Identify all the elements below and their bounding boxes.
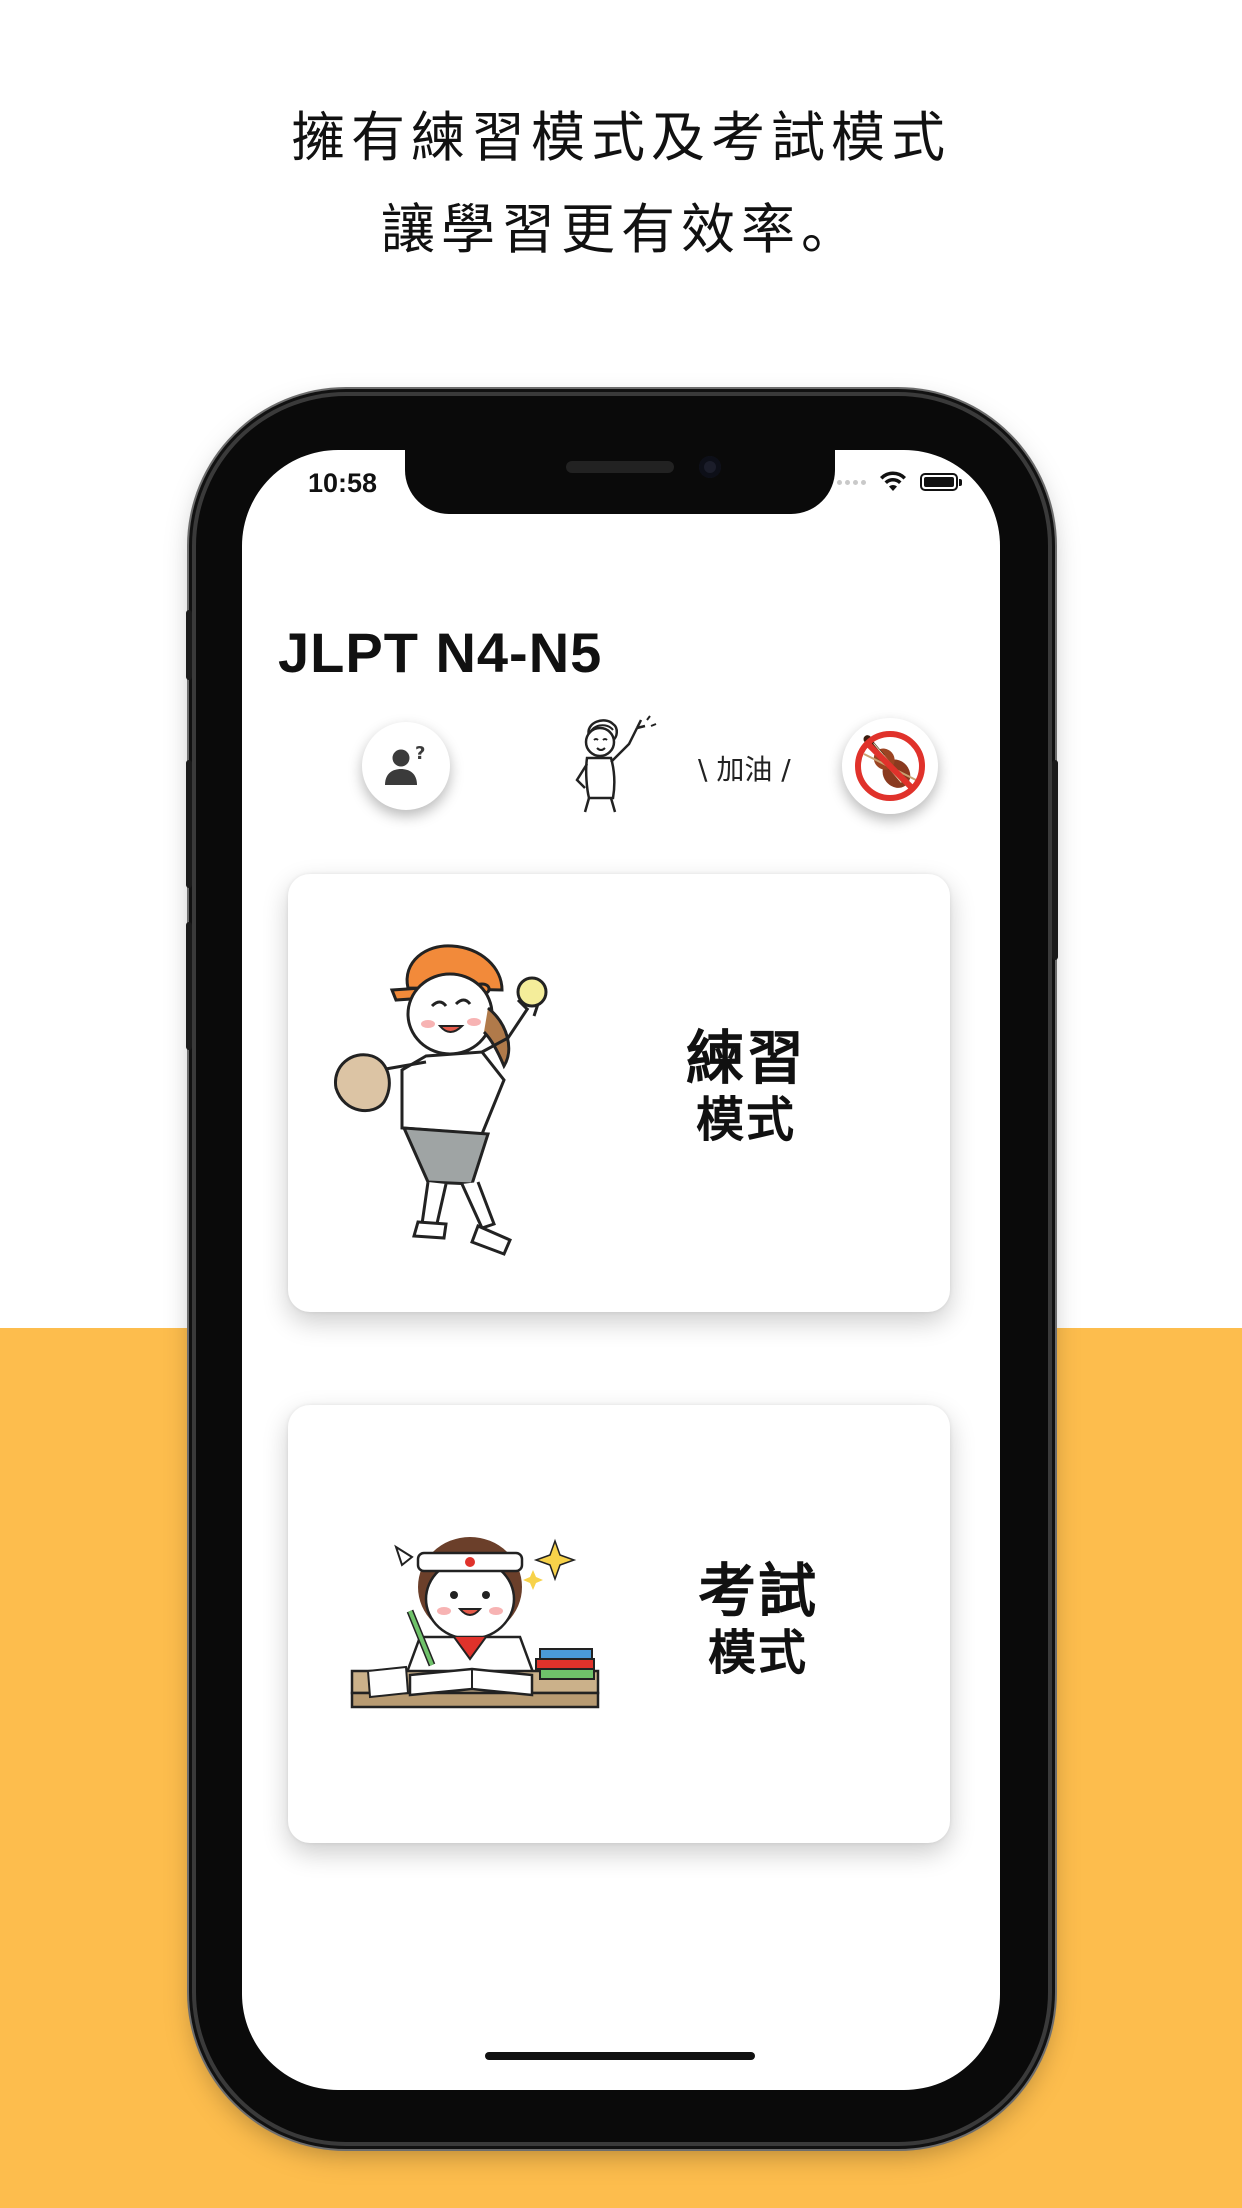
user-question-icon: ? [385,743,425,785]
status-icons [837,464,962,500]
pitcher-girl-illustration [334,944,548,1256]
side-button [1052,760,1058,960]
promo-headline: 擁有練習模式及考試模式 讓學習更有效率。 [0,92,1242,276]
headline-line-2: 讓學習更有效率。 [381,198,861,261]
home-indicator[interactable] [485,2052,755,2060]
exam-mode-card[interactable]: 考試 模式 [288,1405,950,1843]
volume-down-button [186,922,192,1050]
volume-up-button [186,760,192,888]
cheer-text: \ 加油 / [698,753,791,786]
phone-frame: 10:58 JLPT N4-N5 ? \ 加油 / 練習 模式 考試 模式 [186,396,1058,2142]
cheering-boy-illustration [575,715,657,813]
exam-mode-subtitle: 模式 [708,1625,809,1681]
phone-screen: 10:58 JLPT N4-N5 ? \ 加油 / 練習 模式 考試 模式 [242,450,1000,2090]
speaker-grille [566,461,674,473]
mute-music-button[interactable] [842,718,938,814]
headline-line-1: 擁有練習模式及考試模式 [291,106,951,169]
practice-mode-card[interactable]: 練習 模式 [288,874,950,1312]
studying-student-illustration [350,1537,600,1709]
practice-mode-title: 練習 [686,1024,807,1092]
battery-icon [920,473,962,491]
exam-mode-label: 考試 模式 [698,1557,818,1681]
practice-mode-subtitle: 模式 [696,1092,797,1148]
notch [405,450,835,514]
practice-mode-label: 練習 模式 [686,1024,806,1148]
profile-button[interactable]: ? [362,722,450,810]
cellular-signal-icon [837,479,866,485]
mute-switch [186,610,192,680]
exam-mode-title: 考試 [698,1557,819,1625]
svg-text:?: ? [415,743,425,764]
wifi-icon [880,471,906,491]
no-violin-icon [855,731,925,801]
status-time: 10:58 [308,468,378,498]
front-camera [699,456,721,478]
app-title: JLPT N4-N5 [278,621,603,684]
